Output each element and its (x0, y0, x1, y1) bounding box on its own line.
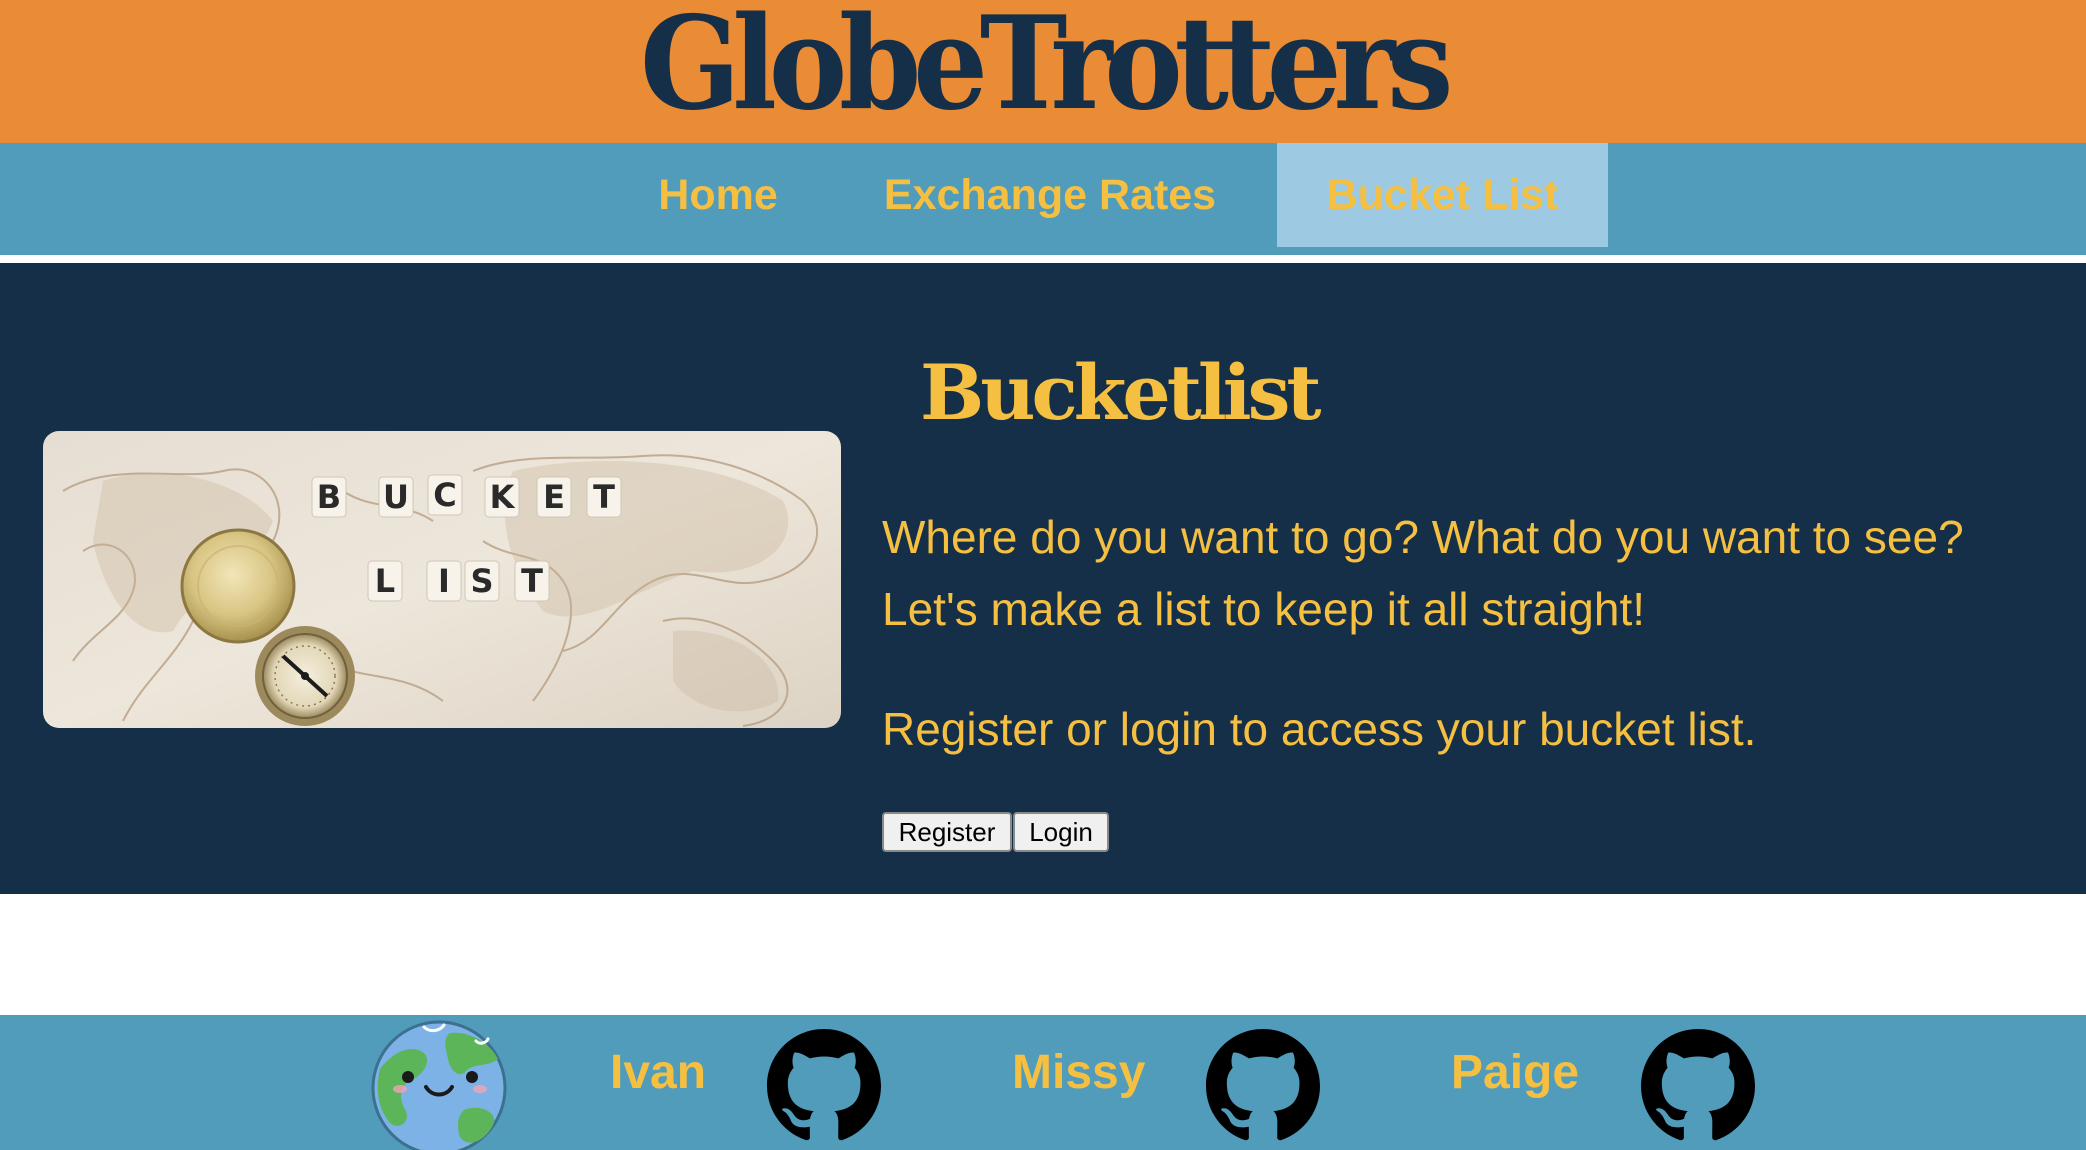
tile-letter: T (521, 562, 543, 600)
site-title: GlobeTrotters (640, 0, 1453, 139)
section-title: Bucketlist (920, 348, 1322, 437)
register-button[interactable]: Register (882, 812, 1012, 852)
nav-exchange-rates[interactable]: Exchange Rates (860, 143, 1240, 247)
main-nav: Home Exchange Rates Bucket List (0, 143, 2086, 255)
github-icon[interactable] (1641, 1029, 1755, 1143)
github-icon[interactable] (1206, 1029, 1320, 1143)
tile-letter: C (433, 476, 456, 514)
tile-letter: L (375, 562, 395, 600)
site-header: GlobeTrotters (0, 0, 2086, 143)
bucket-list-map-image: B U C K E T L I S T (43, 431, 841, 728)
site-footer: Ivan Missy Paige (0, 1015, 2086, 1150)
intro-text: Where do you want to go? What do you wan… (882, 511, 1964, 635)
page: GlobeTrotters Home Exchange Rates Bucket… (0, 0, 2086, 1150)
tile-letter: E (543, 478, 565, 516)
login-button[interactable]: Login (1013, 812, 1109, 852)
globe-icon (370, 1019, 508, 1150)
tile-letter: U (383, 478, 409, 516)
nav-home[interactable]: Home (628, 143, 808, 247)
tile-letter: I (438, 562, 450, 600)
nav-bucket-list[interactable]: Bucket List (1277, 143, 1608, 247)
tile-letter: K (490, 478, 516, 516)
github-icon[interactable] (767, 1029, 881, 1143)
member-name-ivan: Ivan (610, 1046, 707, 1099)
tile-letter: T (593, 478, 615, 516)
login-prompt: Register or login to access your bucket … (882, 703, 1757, 755)
bucketlist-section: B U C K E T L I S T Bucketlist Where do … (0, 263, 2086, 894)
tile-letter: S (470, 562, 493, 600)
member-name-missy: Missy (1012, 1046, 1146, 1099)
member-name-paige: Paige (1451, 1046, 1580, 1099)
nav-divider (0, 255, 2086, 263)
tile-letter: B (317, 478, 341, 516)
